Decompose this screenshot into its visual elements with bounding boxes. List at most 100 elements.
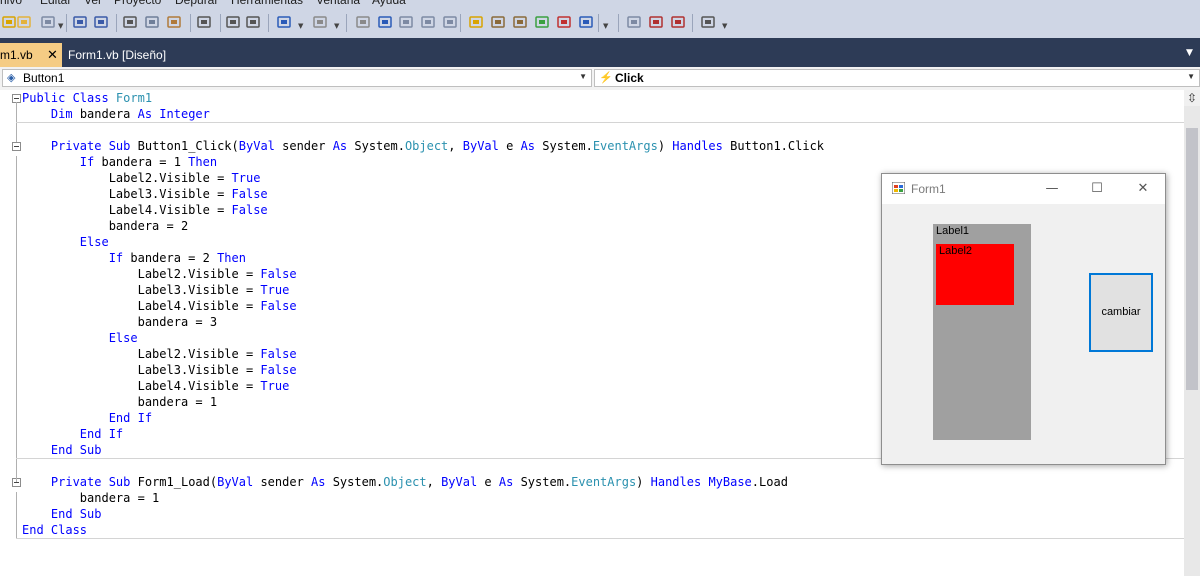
code-line[interactable]: If bandera = 2 Then [22,250,246,266]
chevron-down-icon[interactable]: ▼ [58,22,63,30]
vertical-scrollbar[interactable]: ⇳ [1184,90,1200,576]
step-into-icon[interactable] [398,14,414,30]
code-line[interactable]: Public Class Form1 [22,90,152,106]
code-line[interactable]: End Sub [22,506,102,522]
scrollbar-thumb[interactable] [1186,128,1198,390]
maximize-icon[interactable]: ☐ [1086,179,1108,199]
bookmark-next-icon[interactable] [670,14,686,30]
uncomment-icon[interactable] [245,14,261,30]
redo-icon[interactable] [312,14,328,30]
code-token: As [332,139,348,153]
code-line[interactable]: End Class [22,522,87,538]
code-line[interactable]: Label2.Visible = False [22,346,297,362]
tab-label: Form1.vb [Diseño] [68,48,167,62]
code-line[interactable]: Label2.Visible = True [22,170,261,186]
code-token: False [260,363,297,377]
code-token: As Integer [137,107,210,121]
tab-code-form1[interactable]: rm1.vb ✕ [0,43,62,67]
code-line[interactable]: Label4.Visible = False [22,202,268,218]
code-line[interactable]: bandera = 2 [22,218,188,234]
menu-item-3[interactable]: Proyecto [114,0,161,7]
tab-designer-form1[interactable]: Form1.vb [Diseño] [64,43,174,67]
save-all-icon[interactable] [93,14,109,30]
bookmark-icon[interactable] [648,14,664,30]
standard-toolbar: ▼ ▼ ▼ ▼ ▼ [0,9,1200,39]
close-icon[interactable]: ✕ [47,44,58,66]
code-line[interactable]: Else [22,234,109,250]
code-line[interactable]: Label2.Visible = False [22,266,297,282]
paste-icon[interactable] [166,14,182,30]
menu-item-1[interactable]: Editar [40,0,71,7]
solution-explorer-icon[interactable] [468,14,484,30]
code-line[interactable]: Private Sub Form1_Load(ByVal sender As S… [22,474,788,490]
toolbox-icon[interactable] [512,14,528,30]
collapse-icon[interactable] [12,142,21,151]
code-line[interactable]: Label4.Visible = True [22,378,290,394]
code-line[interactable]: Label3.Visible = True [22,282,290,298]
chevron-down-icon[interactable]: ▼ [334,22,339,30]
stop-icon[interactable] [377,14,393,30]
event-combo[interactable]: ⚡ Click ▼ [594,69,1200,87]
chevron-down-icon[interactable]: ▼ [603,22,608,30]
minimize-icon[interactable]: — [1041,179,1063,199]
add-item-icon[interactable] [40,14,56,30]
code-token: Button1_Click( [130,139,239,153]
menu-item-5[interactable]: Herramientas [231,0,303,7]
code-line[interactable]: If bandera = 1 Then [22,154,217,170]
code-line[interactable]: Label3.Visible = False [22,186,268,202]
code-line[interactable]: Label4.Visible = False [22,298,297,314]
cut-icon[interactable] [122,14,138,30]
split-handle-icon[interactable]: ⇳ [1184,90,1200,106]
menu-item-7[interactable]: Ayuda [372,0,406,7]
find-icon[interactable] [196,14,212,30]
menu-item-4[interactable]: Depurar [175,0,218,7]
object-combo[interactable]: ◈ Button1 ▼ [2,69,592,87]
code-line[interactable]: Private Sub Button1_Click(ByVal sender A… [22,138,824,154]
step-over-icon[interactable] [420,14,436,30]
close-icon[interactable]: ✕ [1132,179,1154,199]
code-token: e [477,475,499,489]
code-line[interactable]: bandera = 1 [22,394,217,410]
start-icon[interactable] [355,14,371,30]
chevron-down-icon[interactable]: ▼ [579,72,587,81]
error-list-icon[interactable] [556,14,572,30]
open-folder-icon[interactable] [16,14,32,30]
menu-item-0[interactable]: chivo [0,0,22,7]
code-line[interactable]: Label3.Visible = False [22,362,297,378]
code-line[interactable]: End If [22,410,152,426]
code-token: Label2.Visible = [22,171,232,185]
toolbar-separator [116,14,117,32]
object-browser-icon[interactable] [534,14,550,30]
chevron-down-icon[interactable]: ▼ [1187,72,1195,81]
settings-icon[interactable] [700,14,716,30]
new-project-icon[interactable] [1,14,17,30]
code-line[interactable]: Else [22,330,138,346]
tab-overflow-dropdown-icon[interactable]: ▼ [1186,48,1193,58]
cambiar-button[interactable]: cambiar [1089,273,1153,352]
undo-icon[interactable] [276,14,292,30]
chevron-down-icon[interactable]: ▼ [722,22,727,30]
menu-item-2[interactable]: Ver [84,0,102,7]
code-line[interactable]: End Sub [22,442,102,458]
code-line[interactable]: bandera = 3 [22,314,217,330]
chevron-down-icon[interactable]: ▼ [298,22,303,30]
output-icon[interactable] [578,14,594,30]
code-line[interactable]: End If [22,426,123,442]
code-token: False [260,267,297,281]
copy-icon[interactable] [144,14,160,30]
comment-icon[interactable] [225,14,241,30]
save-icon[interactable] [72,14,88,30]
code-token: bandera = 2 [22,219,189,233]
step-out-icon[interactable] [442,14,458,30]
code-line[interactable]: bandera = 1 [22,490,159,506]
code-line[interactable]: Dim bandera As Integer [22,106,210,122]
code-token: sender [253,475,312,489]
navigate-icon[interactable] [626,14,642,30]
code-token: Public Class [22,91,116,105]
code-token: True [231,171,261,185]
properties-icon[interactable] [490,14,506,30]
form-title-bar[interactable]: Form1 — ☐ ✕ [882,174,1165,204]
menu-item-6[interactable]: Ventana [316,0,360,7]
